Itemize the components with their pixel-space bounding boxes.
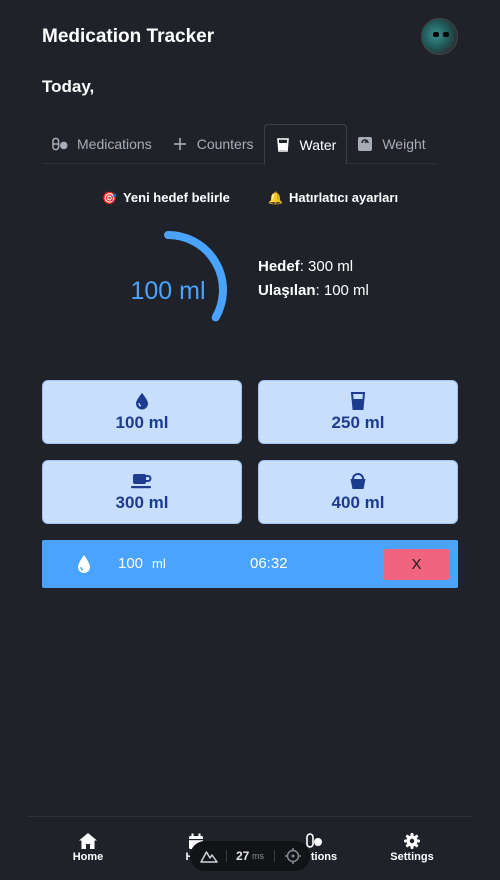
greeting: Today, bbox=[42, 77, 95, 96]
tab-weight[interactable]: Weight bbox=[347, 124, 435, 164]
home-icon bbox=[79, 833, 97, 849]
tab-bar: Medications Counters Water Weight bbox=[42, 124, 436, 165]
bell-icon: 🔔 bbox=[268, 190, 283, 205]
quick-add-label: 250 ml bbox=[331, 412, 385, 432]
tab-label: Medications bbox=[77, 136, 152, 152]
log-time: 06:32 bbox=[250, 555, 288, 572]
add-400ml-button[interactable]: 400 ml bbox=[258, 460, 458, 524]
reminder-settings-button[interactable]: 🔔 Hatırlatıcı ayarları bbox=[268, 190, 398, 205]
quick-add-label: 100 ml bbox=[115, 412, 169, 432]
nav-label: Home bbox=[72, 851, 104, 863]
water-drop-icon bbox=[78, 555, 90, 573]
nav-label: Settings bbox=[390, 851, 434, 863]
water-drop-icon bbox=[136, 392, 148, 409]
goal-line: Hedef: 300 ml bbox=[258, 255, 369, 279]
goal-label: Hedef bbox=[258, 258, 300, 275]
progress-value: 100 ml bbox=[130, 277, 206, 305]
plus-icon bbox=[172, 136, 188, 152]
delete-log-button[interactable]: X bbox=[383, 549, 450, 580]
achieved-line: Ulaşılan: 100 ml bbox=[258, 279, 369, 303]
log-unit: ml bbox=[152, 556, 166, 571]
set-goal-button[interactable]: 🎯 Yeni hedef belirle bbox=[102, 190, 230, 205]
nav-label: tions bbox=[310, 851, 338, 863]
achieved-label: Ulaşılan bbox=[258, 282, 316, 299]
target-icon: 🎯 bbox=[102, 190, 117, 205]
add-250ml-button[interactable]: 250 ml bbox=[258, 380, 458, 444]
set-goal-label: Yeni hedef belirle bbox=[122, 190, 230, 205]
reminder-settings-label: Hatırlatıcı ayarları bbox=[288, 190, 399, 205]
nav-settings[interactable]: Settings bbox=[372, 833, 452, 863]
header: Medication Tracker bbox=[42, 18, 458, 56]
action-row: 🎯 Yeni hedef belirle 🔔 Hatırlatıcı ayarl… bbox=[0, 190, 500, 212]
avatar[interactable] bbox=[421, 18, 458, 55]
add-100ml-button[interactable]: 100 ml bbox=[42, 380, 242, 444]
achieved-value: : 100 ml bbox=[315, 282, 369, 299]
add-300ml-button[interactable]: 300 ml bbox=[42, 460, 242, 524]
mug-icon bbox=[131, 473, 152, 488]
nav-home[interactable]: Home bbox=[48, 833, 128, 863]
app-title: Medication Tracker bbox=[42, 26, 215, 47]
quick-add-label: 400 ml bbox=[331, 492, 385, 512]
pills-icon bbox=[52, 136, 68, 152]
crosshair-icon[interactable] bbox=[285, 848, 301, 864]
tab-counters[interactable]: Counters bbox=[162, 124, 264, 164]
goal-value: : 300 ml bbox=[299, 258, 354, 275]
quick-add-label: 300 ml bbox=[115, 492, 169, 512]
log-amount: 100 bbox=[118, 555, 144, 572]
tab-water[interactable]: Water bbox=[263, 124, 348, 165]
tab-label: Weight bbox=[382, 136, 426, 152]
glass-icon bbox=[275, 137, 291, 153]
tab-medications[interactable]: Medications bbox=[42, 124, 162, 164]
gear-icon bbox=[404, 833, 420, 849]
tab-label: Water bbox=[299, 136, 337, 153]
performance-badge: 27 ms bbox=[190, 841, 310, 871]
goal-info: Hedef: 300 ml Ulaşılan: 100 ml bbox=[258, 255, 369, 303]
mountain-logo-icon bbox=[200, 851, 218, 863]
perf-value: 27 bbox=[236, 849, 250, 863]
water-log-entry: 100 ml 06:32 X bbox=[42, 540, 458, 588]
bucket-icon bbox=[350, 472, 366, 489]
tab-label: Counters bbox=[196, 136, 254, 152]
pills-icon bbox=[306, 833, 322, 848]
glass-icon bbox=[350, 391, 366, 410]
perf-unit: ms bbox=[252, 851, 264, 861]
scale-icon bbox=[357, 136, 373, 152]
